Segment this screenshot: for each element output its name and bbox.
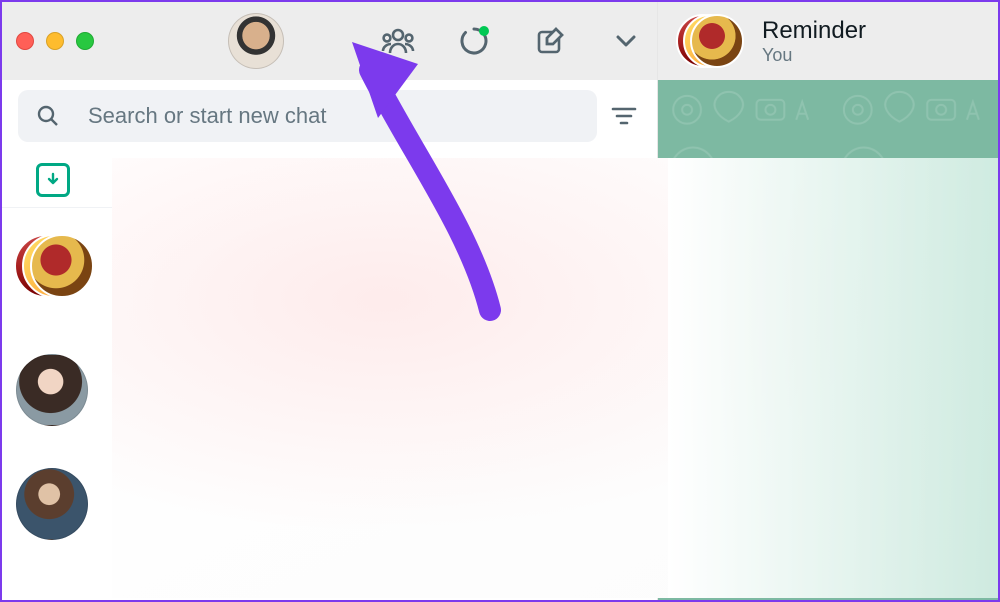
chat-avatar[interactable] xyxy=(16,468,88,540)
search-input[interactable] xyxy=(60,103,579,129)
window-controls xyxy=(16,32,94,50)
chat-avatar[interactable] xyxy=(16,354,88,426)
menu-chevron-icon[interactable] xyxy=(609,24,643,58)
my-avatar[interactable] xyxy=(228,13,284,69)
filter-icon[interactable] xyxy=(607,99,641,133)
close-window-button[interactable] xyxy=(16,32,34,50)
app-window: Reminder You xyxy=(0,0,1000,602)
conversation-header-text: Reminder You xyxy=(762,17,866,66)
left-header xyxy=(2,2,657,80)
fullscreen-window-button[interactable] xyxy=(76,32,94,50)
status-new-dot xyxy=(479,26,489,36)
conversation-header[interactable]: Reminder You xyxy=(658,2,998,80)
archived-icon xyxy=(36,163,70,197)
new-chat-icon[interactable] xyxy=(533,24,567,58)
conversation-subtitle: You xyxy=(762,45,866,66)
search-icon xyxy=(36,104,60,128)
chat-background xyxy=(658,80,998,600)
header-actions xyxy=(381,2,643,80)
conversation-avatar xyxy=(676,13,746,69)
conversation-pane: Reminder You xyxy=(658,2,998,600)
status-icon[interactable] xyxy=(457,24,491,58)
archived-row[interactable] xyxy=(2,152,657,208)
minimize-window-button[interactable] xyxy=(46,32,64,50)
chat-list xyxy=(2,208,657,600)
communities-icon[interactable] xyxy=(381,24,415,58)
chat-avatar-group[interactable] xyxy=(14,230,98,302)
chat-list-pane xyxy=(2,2,658,600)
search-row xyxy=(2,80,657,152)
search-box[interactable] xyxy=(18,90,597,142)
conversation-title: Reminder xyxy=(762,17,866,45)
